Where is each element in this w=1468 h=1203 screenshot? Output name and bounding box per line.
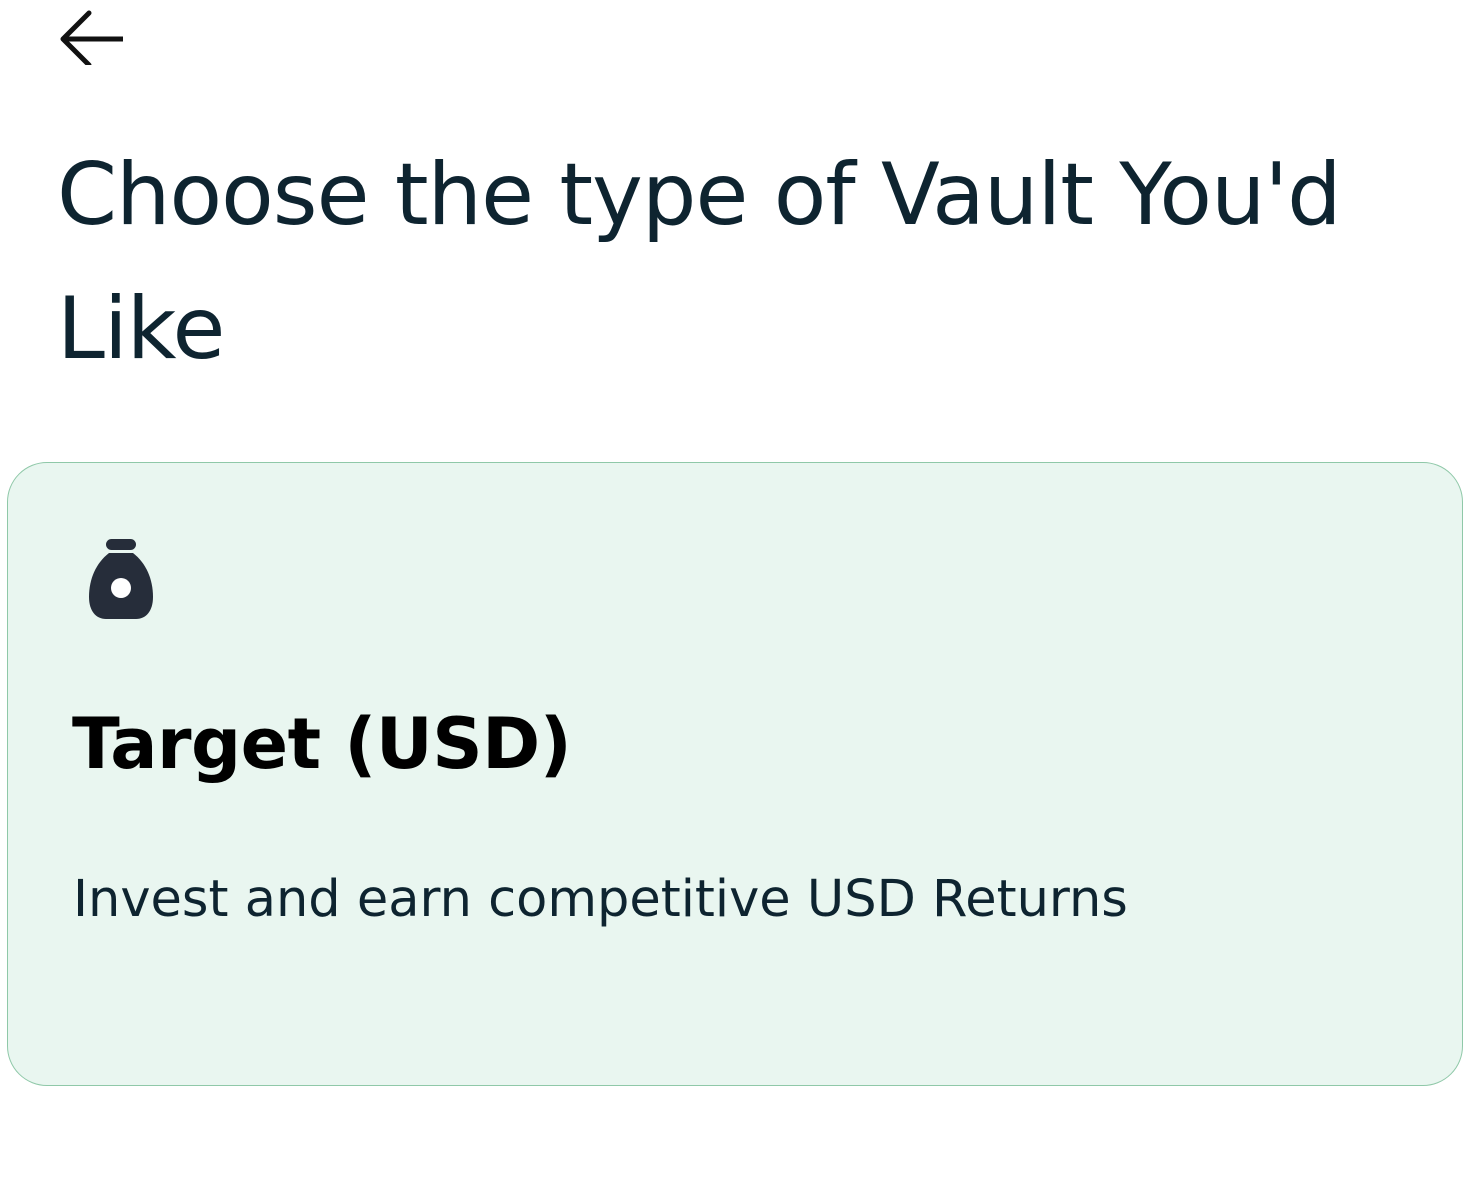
vault-option-target-usd[interactable]: Target (USD) Invest and earn competitive… [7,462,1463,1086]
page-title: Choose the type of Vault You'd Like [57,145,1342,379]
money-bag-icon [88,539,154,621]
arrow-left-icon [53,5,123,65]
vault-option-title: Target (USD) [72,703,572,785]
back-button[interactable] [48,0,128,70]
vault-option-description: Invest and earn competitive USD Returns [73,870,1128,929]
